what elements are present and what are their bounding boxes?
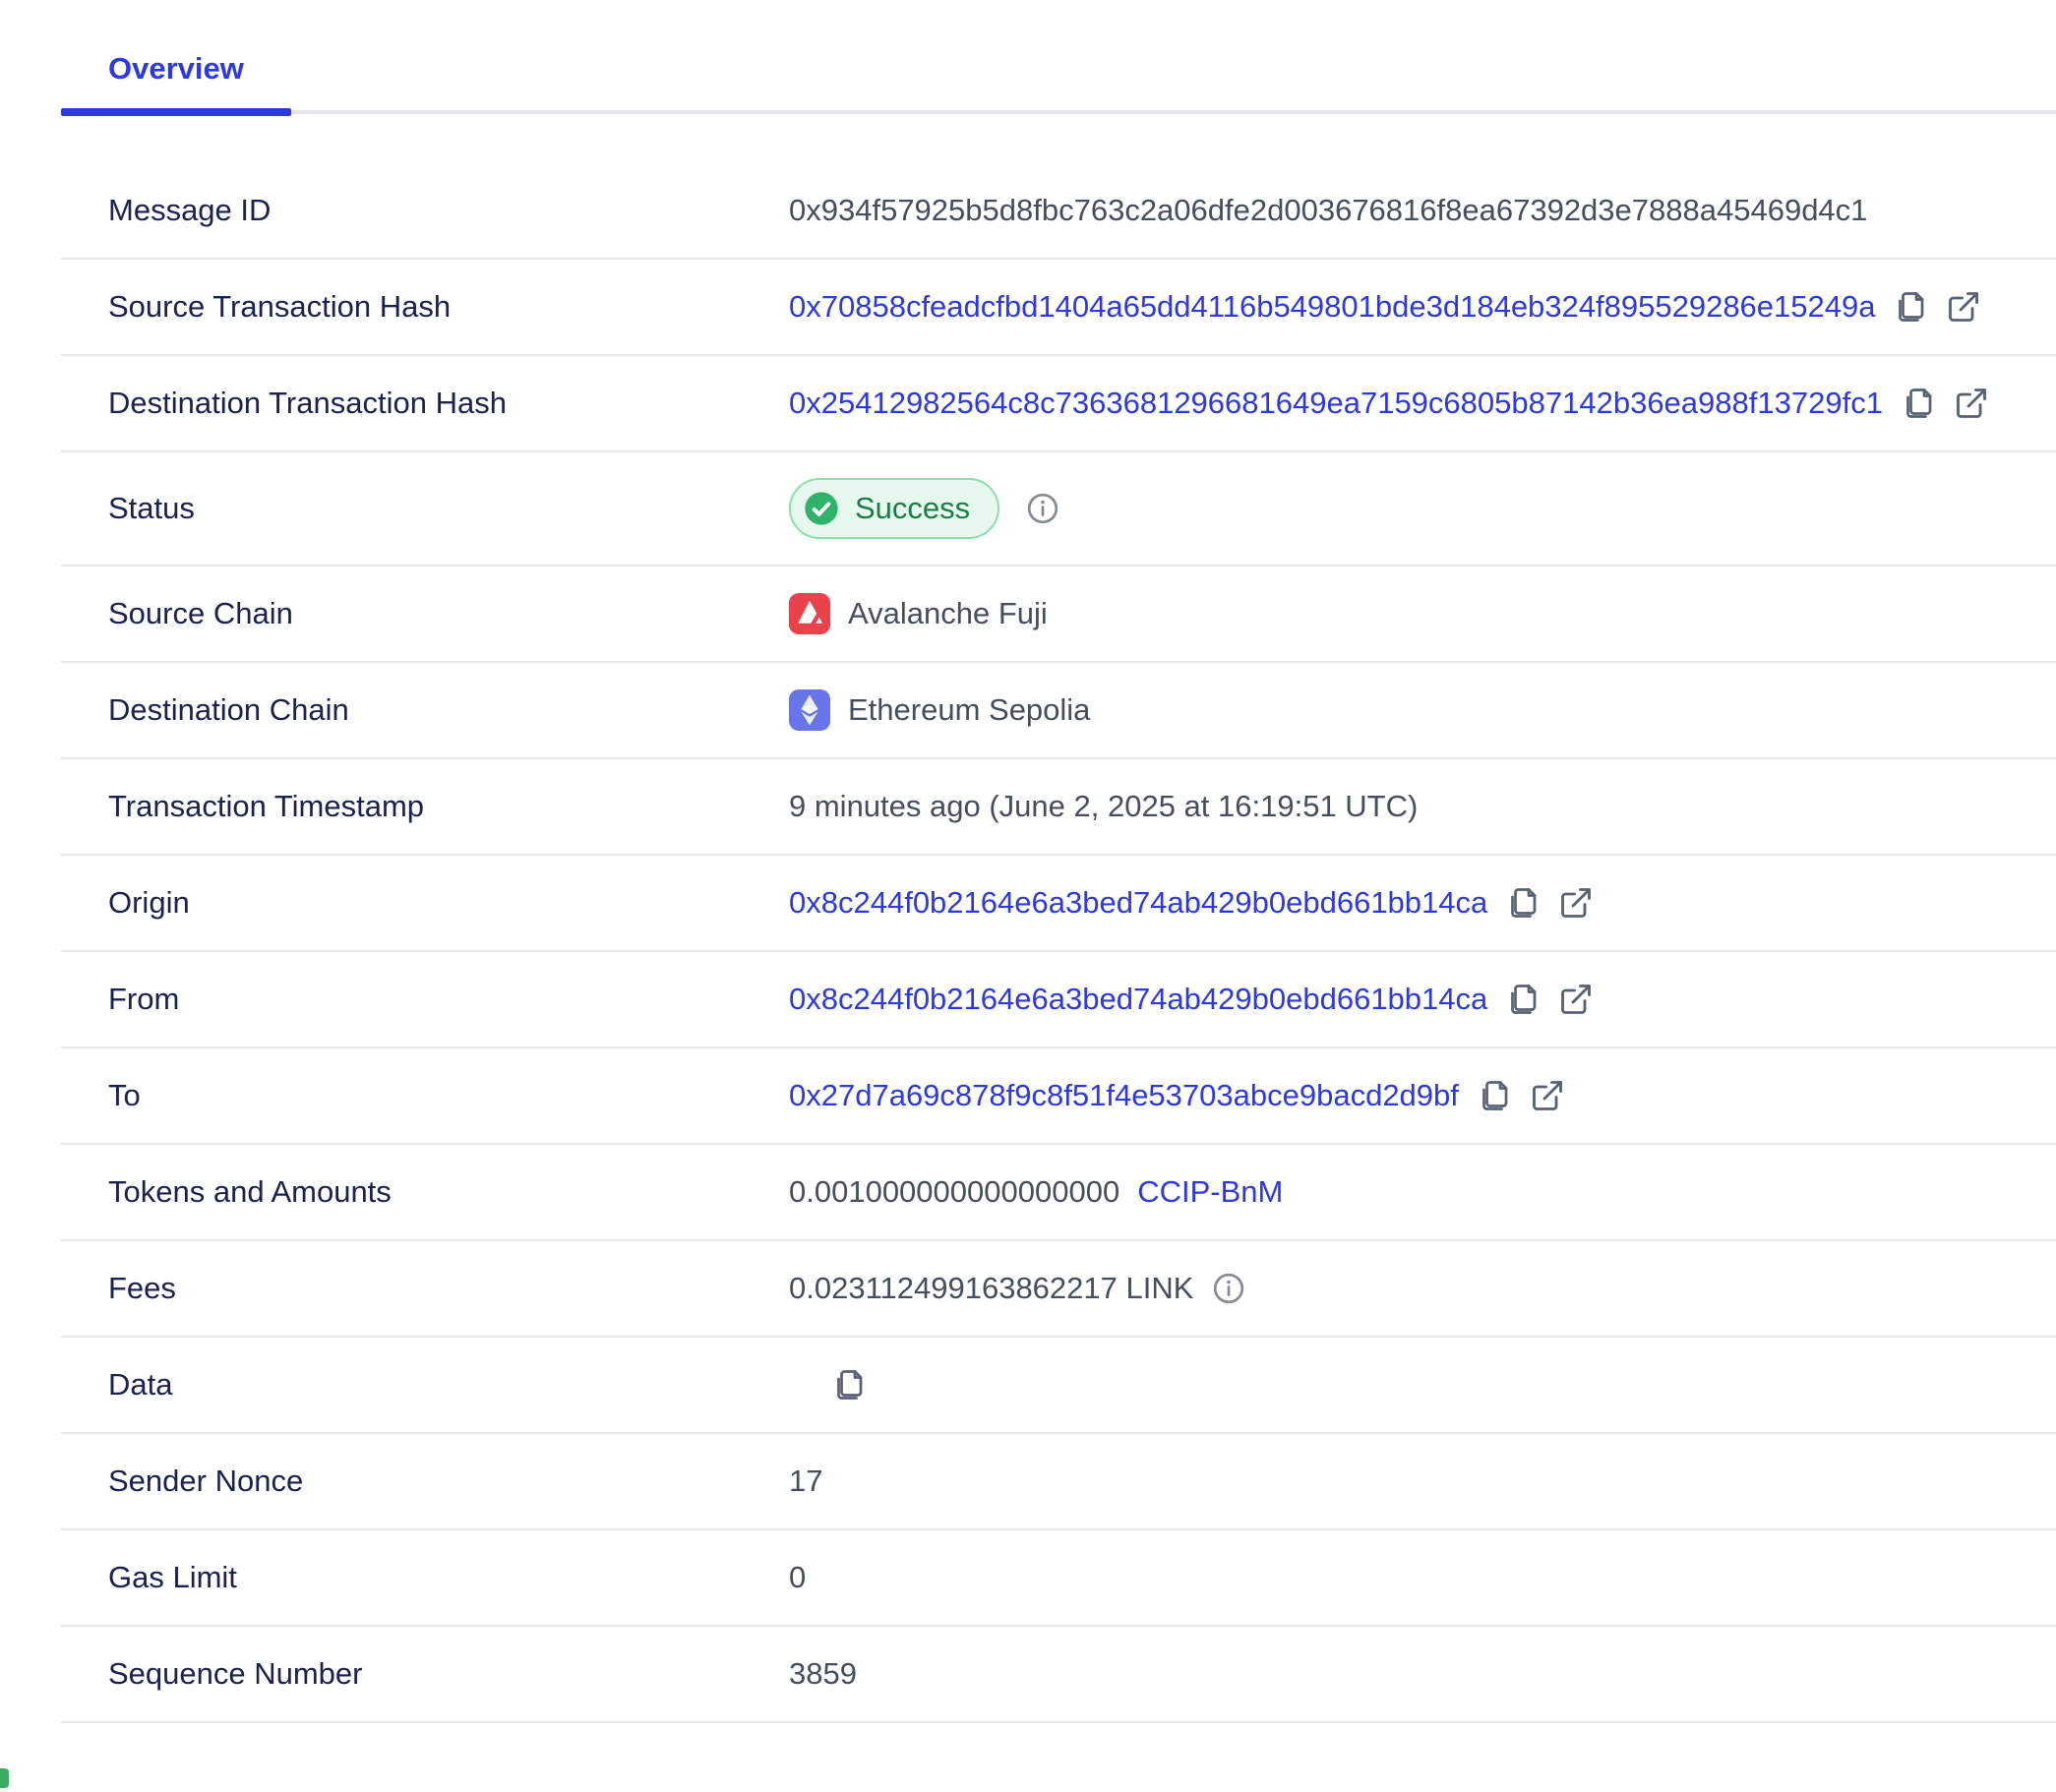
from-address-link[interactable]: 0x8c244f0b2164e6a3bed74ab429b0ebd661bb14… xyxy=(789,982,1487,1017)
dest-tx-hash-link[interactable]: 0x25412982564c8c7363681296681649ea7159c6… xyxy=(789,386,1883,421)
external-link-icon xyxy=(1946,289,1981,325)
source-tx-copy-button[interactable] xyxy=(1893,289,1928,325)
avalanche-logo-icon xyxy=(789,593,830,634)
tab-bar: Overview xyxy=(61,28,2056,114)
overview-panel: Overview Message ID 0x934f57925b5d8fbc76… xyxy=(61,28,2056,1723)
copy-icon xyxy=(1505,982,1541,1017)
ethereum-glyph xyxy=(789,689,830,731)
copy-icon xyxy=(831,1367,867,1403)
sequence-number-label: Sequence Number xyxy=(108,1656,789,1692)
origin-label: Origin xyxy=(108,885,789,921)
data-label: Data xyxy=(108,1367,789,1403)
tab-overview[interactable]: Overview xyxy=(61,28,291,110)
external-link-icon xyxy=(1558,885,1594,921)
row-status: Status Success xyxy=(61,452,2056,567)
status-badge: Success xyxy=(789,478,999,539)
token-name-link[interactable]: CCIP-BnM xyxy=(1137,1174,1283,1210)
origin-address-link[interactable]: 0x8c244f0b2164e6a3bed74ab429b0ebd661bb14… xyxy=(789,885,1487,921)
source-chain-name: Avalanche Fuji xyxy=(848,596,1048,631)
source-tx-external-link-button[interactable] xyxy=(1946,289,1981,325)
tab-overview-label: Overview xyxy=(108,51,244,87)
dest-tx-external-link-button[interactable] xyxy=(1954,386,1989,421)
copy-icon xyxy=(1505,885,1541,921)
gas-limit-value: 0 xyxy=(789,1560,806,1595)
to-copy-button[interactable] xyxy=(1477,1078,1512,1113)
row-source-tx-hash: Source Transaction Hash 0x70858cfeadcfbd… xyxy=(61,260,2056,356)
row-from: From 0x8c244f0b2164e6a3bed74ab429b0ebd66… xyxy=(61,952,2056,1048)
data-copy-button[interactable] xyxy=(831,1367,867,1403)
row-fees: Fees 0.023112499163862217 LINK xyxy=(61,1241,2056,1338)
bottom-left-green-artifact xyxy=(0,1768,9,1788)
info-icon xyxy=(1025,491,1060,526)
row-origin: Origin 0x8c244f0b2164e6a3bed74ab429b0ebd… xyxy=(61,856,2056,952)
to-external-link-button[interactable] xyxy=(1530,1078,1565,1113)
ethereum-logo-icon xyxy=(789,689,830,731)
message-id-value: 0x934f57925b5d8fbc763c2a06dfe2d003676816… xyxy=(789,193,1867,228)
transaction-details-table: Message ID 0x934f57925b5d8fbc763c2a06dfe… xyxy=(61,163,2056,1723)
from-copy-button[interactable] xyxy=(1505,982,1541,1017)
source-tx-hash-label: Source Transaction Hash xyxy=(108,289,789,325)
fees-info-button[interactable] xyxy=(1211,1271,1246,1306)
row-source-chain: Source Chain Avalanche Fuji xyxy=(61,567,2056,663)
row-to: To 0x27d7a69c878f9c8f51f4e53703abce9bacd… xyxy=(61,1048,2056,1145)
fees-value: 0.023112499163862217 LINK xyxy=(789,1271,1193,1306)
avalanche-glyph xyxy=(789,593,830,634)
row-gas-limit: Gas Limit 0 xyxy=(61,1530,2056,1627)
sender-nonce-value: 17 xyxy=(789,1463,822,1499)
message-id-label: Message ID xyxy=(108,193,789,228)
row-sequence-number: Sequence Number 3859 xyxy=(61,1627,2056,1723)
timestamp-label: Transaction Timestamp xyxy=(108,789,789,824)
status-label: Status xyxy=(108,491,789,526)
dest-tx-copy-button[interactable] xyxy=(1901,386,1936,421)
from-label: From xyxy=(108,982,789,1017)
origin-external-link-button[interactable] xyxy=(1558,885,1594,921)
external-link-icon xyxy=(1558,982,1594,1017)
dest-chain-name: Ethereum Sepolia xyxy=(848,692,1090,728)
external-link-icon xyxy=(1954,386,1989,421)
origin-copy-button[interactable] xyxy=(1505,885,1541,921)
to-label: To xyxy=(108,1078,789,1113)
row-message-id: Message ID 0x934f57925b5d8fbc763c2a06dfe… xyxy=(61,163,2056,260)
gas-limit-label: Gas Limit xyxy=(108,1560,789,1595)
copy-icon xyxy=(1893,289,1928,325)
to-address-link[interactable]: 0x27d7a69c878f9c8f51f4e53703abce9bacd2d9… xyxy=(789,1078,1459,1113)
info-icon xyxy=(1211,1271,1246,1306)
dest-tx-hash-label: Destination Transaction Hash xyxy=(108,386,789,421)
row-data: Data xyxy=(61,1338,2056,1434)
status-badge-text: Success xyxy=(855,491,970,526)
dest-chain-label: Destination Chain xyxy=(108,692,789,728)
timestamp-value: 9 minutes ago (June 2, 2025 at 16:19:51 … xyxy=(789,789,1418,824)
copy-icon xyxy=(1901,386,1936,421)
from-external-link-button[interactable] xyxy=(1558,982,1594,1017)
source-chain-label: Source Chain xyxy=(108,596,789,631)
row-dest-tx-hash: Destination Transaction Hash 0x254129825… xyxy=(61,356,2056,452)
external-link-icon xyxy=(1530,1078,1565,1113)
tokens-amounts-label: Tokens and Amounts xyxy=(108,1174,789,1210)
status-info-button[interactable] xyxy=(1025,491,1060,526)
sender-nonce-label: Sender Nonce xyxy=(108,1463,789,1499)
token-amount-value: 0.001000000000000000 xyxy=(789,1174,1119,1210)
source-tx-hash-link[interactable]: 0x70858cfeadcfbd1404a65dd4116b549801bde3… xyxy=(789,289,1875,325)
row-sender-nonce: Sender Nonce 17 xyxy=(61,1434,2056,1530)
fees-label: Fees xyxy=(108,1271,789,1306)
sequence-number-value: 3859 xyxy=(789,1656,857,1692)
row-dest-chain: Destination Chain Ethereum Sepolia xyxy=(61,663,2056,759)
check-circle-icon xyxy=(802,489,841,528)
row-tokens-amounts: Tokens and Amounts 0.001000000000000000 … xyxy=(61,1145,2056,1241)
copy-icon xyxy=(1477,1078,1512,1113)
row-timestamp: Transaction Timestamp 9 minutes ago (Jun… xyxy=(61,759,2056,856)
